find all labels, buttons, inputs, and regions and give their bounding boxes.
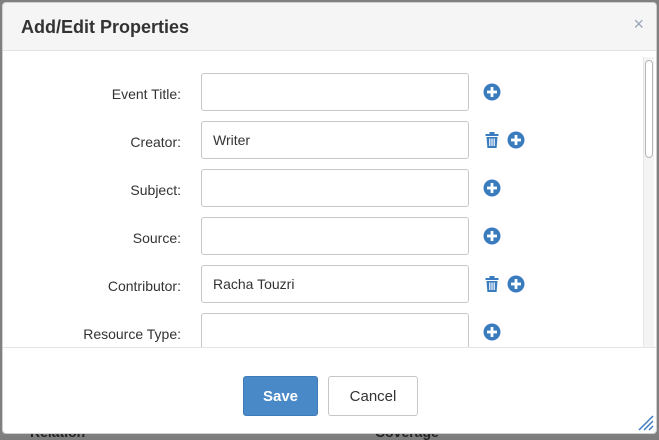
field-row-contributor: Contributor:	[3, 265, 633, 307]
subject-label: Subject:	[130, 182, 181, 198]
field-row-creator: Creator:	[3, 121, 633, 163]
dialog-header: Add/Edit Properties ×	[3, 3, 656, 51]
delete-contributor-icon[interactable]	[485, 276, 499, 292]
cancel-button[interactable]: Cancel	[328, 376, 418, 416]
add-creator-icon[interactable]	[507, 131, 525, 149]
field-row-resource-type: Resource Type:	[3, 313, 633, 347]
close-icon[interactable]: ×	[633, 14, 644, 34]
field-row-event-title: Event Title:	[3, 73, 633, 115]
properties-dialog: Add/Edit Properties × Event Title: Creat…	[2, 2, 657, 434]
event-title-input[interactable]	[201, 73, 469, 111]
resize-grip-icon[interactable]	[636, 413, 654, 431]
event-title-label: Event Title:	[111, 86, 181, 102]
resource-type-label: Resource Type:	[83, 326, 181, 342]
dialog-body: Event Title: Creator: Writer Subject: So…	[3, 51, 656, 348]
add-source-icon[interactable]	[483, 227, 501, 245]
subject-input[interactable]	[201, 169, 469, 207]
field-row-source: Source:	[3, 217, 633, 259]
resource-type-input[interactable]	[201, 313, 469, 347]
field-row-subject: Subject:	[3, 169, 633, 211]
save-button[interactable]: Save	[243, 376, 318, 416]
source-label: Source:	[132, 230, 181, 246]
contributor-input[interactable]	[201, 265, 469, 303]
creator-label: Creator:	[130, 134, 181, 150]
creator-input[interactable]	[201, 121, 469, 159]
source-input[interactable]	[201, 217, 469, 255]
dialog-footer: Save Cancel	[3, 348, 656, 433]
vertical-scrollbar[interactable]	[643, 57, 654, 347]
add-resource-type-icon[interactable]	[483, 323, 501, 341]
scrollbar-thumb[interactable]	[645, 60, 653, 158]
add-event-title-icon[interactable]	[483, 83, 501, 101]
contributor-label: Contributor:	[107, 278, 181, 294]
add-contributor-icon[interactable]	[507, 275, 525, 293]
delete-creator-icon[interactable]	[485, 132, 499, 148]
add-subject-icon[interactable]	[483, 179, 501, 197]
dialog-title: Add/Edit Properties	[21, 17, 190, 37]
